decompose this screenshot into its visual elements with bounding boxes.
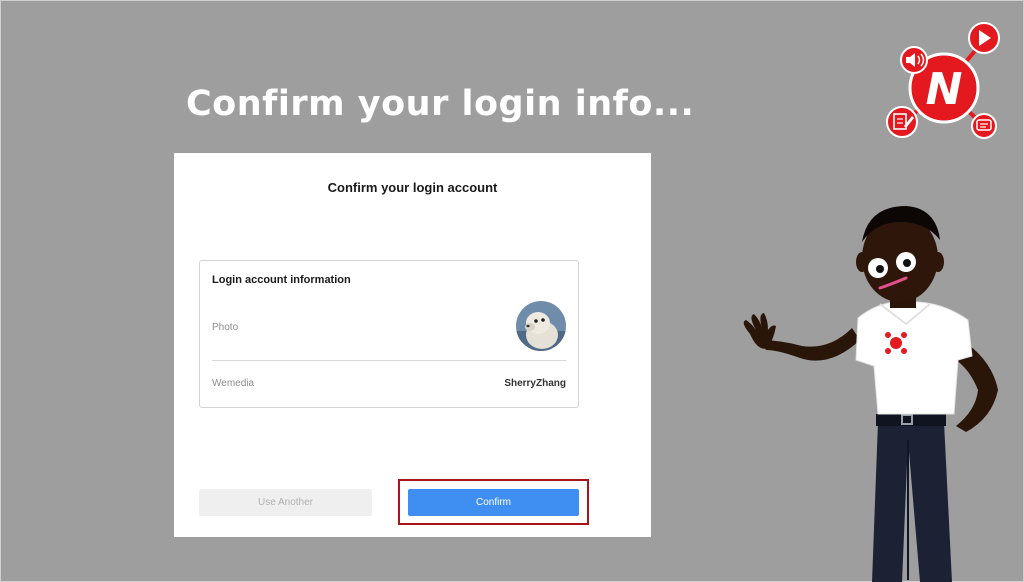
play-icon bbox=[968, 22, 1000, 54]
seal-avatar-image bbox=[516, 301, 566, 351]
avatar bbox=[516, 301, 566, 351]
edit-icon bbox=[886, 106, 918, 138]
slide-headline: Confirm your login info... bbox=[186, 84, 695, 124]
logo-letter: N bbox=[926, 64, 963, 115]
presenter-character-illustration bbox=[743, 206, 998, 582]
card-divider bbox=[212, 360, 566, 361]
card-title: Login account information bbox=[212, 274, 351, 286]
wemedia-label: Wemedia bbox=[212, 378, 255, 389]
wemedia-value: SherryZhang bbox=[504, 378, 566, 389]
chat-icon bbox=[971, 113, 997, 139]
confirm-button[interactable]: Confirm bbox=[408, 489, 579, 516]
login-info-card: Login account information Photo Wemedia … bbox=[199, 260, 579, 408]
dialog-title: Confirm your login account bbox=[327, 180, 498, 195]
use-another-button[interactable]: Use Another bbox=[199, 489, 372, 516]
login-confirm-dialog: Confirm your login account Login account… bbox=[174, 153, 651, 537]
brand-logo: N bbox=[886, 22, 1000, 139]
speaker-icon bbox=[900, 46, 928, 74]
photo-label: Photo bbox=[212, 322, 239, 333]
